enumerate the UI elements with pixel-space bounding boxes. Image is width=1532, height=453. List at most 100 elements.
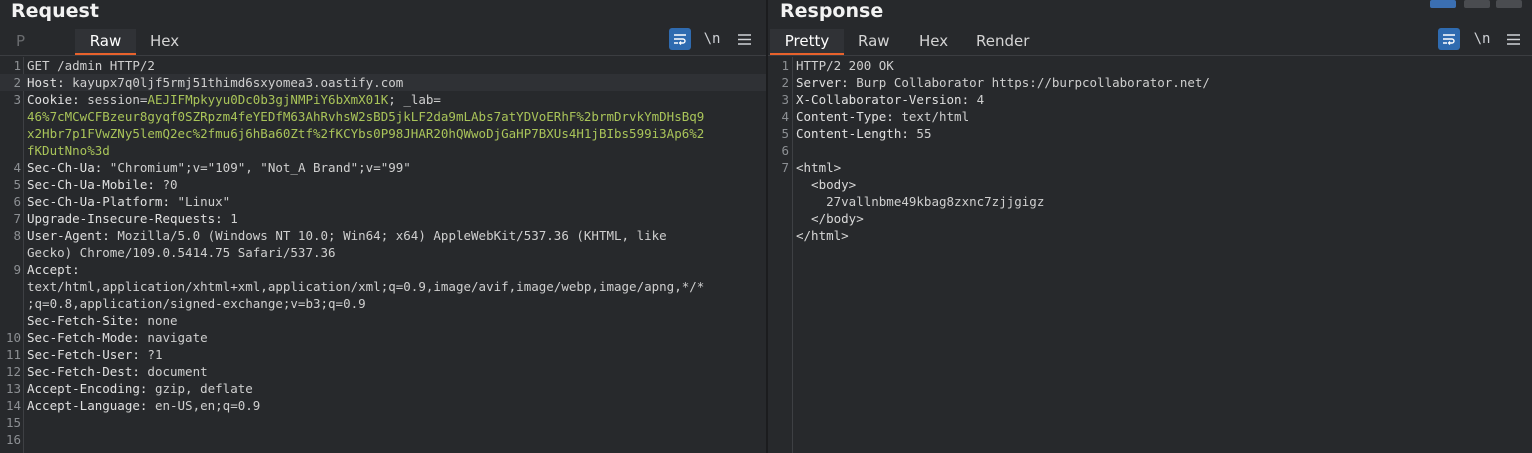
line-number: 16 bbox=[5, 432, 21, 447]
response-title: Response bbox=[780, 0, 884, 22]
line-number: 15 bbox=[5, 415, 21, 430]
code-line[interactable]: 6 bbox=[768, 142, 1532, 159]
code-line[interactable]: 5 Sec-Ch-Ua-Mobile: ?0 bbox=[0, 176, 766, 193]
code-line[interactable]: 8 User-Agent: Mozilla/5.0 (Windows NT 10.… bbox=[0, 227, 766, 244]
request-title: Request bbox=[11, 0, 99, 22]
code-text: Accept: bbox=[27, 261, 87, 278]
code-line[interactable]: 7 <html> bbox=[768, 159, 1532, 176]
code-text: Sec-Fetch-User: ?1 bbox=[27, 346, 162, 363]
code-text: Server: Burp Collaborator https://burpco… bbox=[796, 74, 1210, 91]
code-line[interactable]: 11 Sec-Fetch-User: ?1 bbox=[0, 346, 766, 363]
header-value: GET /admin HTTP/2 bbox=[27, 58, 155, 73]
line-number: 13 bbox=[5, 381, 21, 396]
layout-side-by-side-icon[interactable] bbox=[1430, 0, 1456, 8]
header-name: Sec-Fetch-User: bbox=[27, 347, 148, 362]
code-line[interactable]: 2 Host: kayupx7q0ljf5rmj51thimd6sxyomea3.… bbox=[0, 74, 766, 91]
code-line[interactable]: 16 bbox=[0, 431, 766, 448]
header-value: HTTP/2 200 OK bbox=[796, 58, 894, 73]
cookie-value: fKDutNno%3d bbox=[27, 143, 110, 158]
header-name: Sec-Ch-Ua-Platform: bbox=[27, 194, 178, 209]
header-value: document bbox=[147, 364, 208, 379]
code-line[interactable]: 1 HTTP/2 200 OK bbox=[768, 57, 1532, 74]
code-line[interactable]: 13 Accept-Encoding: gzip, deflate bbox=[0, 380, 766, 397]
response-pane: Response Pretty Raw Hex Render \n 1 HTTP/… bbox=[768, 0, 1532, 453]
code-line[interactable]: 12 Sec-Fetch-Dest: document bbox=[0, 363, 766, 380]
response-editor[interactable]: 1 HTTP/2 200 OK 2 Server: Burp Collaborator… bbox=[768, 57, 1532, 453]
code-line[interactable]: 10 Sec-Fetch-Mode: navigate bbox=[0, 329, 766, 346]
header-value: Mozilla/5.0 (Windows NT 10.0; Win64; x64… bbox=[117, 228, 667, 243]
code-line[interactable]: 6 Sec-Ch-Ua-Platform: "Linux" bbox=[0, 193, 766, 210]
code-line[interactable]: 27vallnbme49kbag8zxnc7zjjgigz bbox=[768, 193, 1532, 210]
code-line[interactable]: 4 Sec-Ch-Ua: "Chromium";v="109", "Not_A B… bbox=[0, 159, 766, 176]
word-wrap-icon[interactable] bbox=[1438, 28, 1460, 50]
code-line[interactable]: 3 Cookie: session=AEJIFMpkyyu0Dc0b3gjNMPi… bbox=[0, 91, 766, 108]
tab-render[interactable]: Render bbox=[976, 29, 1029, 55]
header-name: Sec-Ch-Ua-Mobile: bbox=[27, 177, 163, 192]
word-wrap-icon[interactable] bbox=[669, 28, 691, 50]
code-line[interactable]: <body> bbox=[768, 176, 1532, 193]
header-value: text/html,application/xhtml+xml,applicat… bbox=[27, 279, 705, 294]
header-value: 4 bbox=[976, 92, 985, 107]
code-line[interactable]: ;q=0.8,application/signed-exchange;v=b3;… bbox=[0, 295, 766, 312]
layout-tabs-icon[interactable] bbox=[1496, 0, 1522, 8]
code-line[interactable]: 9 Accept: bbox=[0, 261, 766, 278]
tab-raw[interactable]: Raw bbox=[75, 29, 136, 55]
header-value: navigate bbox=[147, 330, 208, 345]
code-line[interactable]: 14 Accept-Language: en-US,en;q=0.9 bbox=[0, 397, 766, 414]
show-newlines-button[interactable]: \n bbox=[701, 28, 723, 50]
code-line[interactable]: text/html,application/xhtml+xml,applicat… bbox=[0, 278, 766, 295]
hamburger-menu-icon[interactable] bbox=[733, 28, 755, 50]
line-number: 5 bbox=[781, 126, 789, 141]
code-line[interactable]: Sec-Fetch-Site: none bbox=[0, 312, 766, 329]
code-line[interactable]: x2Hbr7p1FVwZNy5lemQ2ec%2fmu6j6hBa60Ztf%2… bbox=[0, 125, 766, 142]
html-tag: </body> bbox=[796, 211, 864, 226]
hamburger-menu-icon[interactable] bbox=[1502, 28, 1524, 50]
line-number: 2 bbox=[781, 75, 789, 90]
code-text: Accept-Encoding: gzip, deflate bbox=[27, 380, 253, 397]
line-number: 11 bbox=[5, 347, 21, 362]
code-text: fKDutNno%3d bbox=[27, 142, 110, 159]
header-name: Sec-Fetch-Mode: bbox=[27, 330, 148, 345]
code-line[interactable]: fKDutNno%3d bbox=[0, 142, 766, 159]
line-number: 10 bbox=[5, 330, 21, 345]
header-value: ?0 bbox=[162, 177, 178, 192]
code-line[interactable]: 15 bbox=[0, 414, 766, 431]
header-name: Content-Type: bbox=[796, 109, 902, 124]
tab-pretty-collapsed[interactable]: P bbox=[16, 29, 25, 55]
code-line[interactable]: 5 Content-Length: 55 bbox=[768, 125, 1532, 142]
show-newlines-button[interactable]: \n bbox=[1471, 28, 1493, 50]
line-number: 6 bbox=[13, 194, 21, 209]
code-text: Content-Length: 55 bbox=[796, 125, 931, 142]
code-text: Sec-Fetch-Dest: document bbox=[27, 363, 208, 380]
code-line[interactable]: 46%7cMCwCFBzeur8gyqf0SZRpzm4feYEDfM63AhR… bbox=[0, 108, 766, 125]
code-line[interactable]: Gecko) Chrome/109.0.5414.75 Safari/537.3… bbox=[0, 244, 766, 261]
code-line[interactable]: </html> bbox=[768, 227, 1532, 244]
tab-pretty[interactable]: Pretty bbox=[770, 29, 844, 55]
code-text: GET /admin HTTP/2 bbox=[27, 57, 155, 74]
tab-hex[interactable]: Hex bbox=[150, 29, 179, 55]
tab-raw[interactable]: Raw bbox=[858, 29, 890, 55]
code-line[interactable]: </body> bbox=[768, 210, 1532, 227]
code-line[interactable]: 7 Upgrade-Insecure-Requests: 1 bbox=[0, 210, 766, 227]
header-name: Accept: bbox=[27, 262, 88, 277]
code-line[interactable]: 4 Content-Type: text/html bbox=[768, 108, 1532, 125]
code-text: x2Hbr7p1FVwZNy5lemQ2ec%2fmu6j6hBa60Ztf%2… bbox=[27, 125, 704, 142]
header-name: Accept-Encoding: bbox=[27, 381, 155, 396]
code-line[interactable]: 2 Server: Burp Collaborator https://burpc… bbox=[768, 74, 1532, 91]
code-text: <body> bbox=[796, 176, 856, 193]
header-value: Burp Collaborator https://burpcollaborat… bbox=[856, 75, 1210, 90]
code-text: Host: kayupx7q0ljf5rmj51thimd6sxyomea3.o… bbox=[27, 74, 403, 91]
line-number: 3 bbox=[781, 92, 789, 107]
layout-top-bottom-icon[interactable] bbox=[1464, 0, 1490, 8]
code-line[interactable]: 1 GET /admin HTTP/2 bbox=[0, 57, 766, 74]
request-pane: Request P Raw Hex \n 1 GET /admin HTTP/2 2… bbox=[0, 0, 766, 453]
code-text: HTTP/2 200 OK bbox=[796, 57, 894, 74]
code-line[interactable]: 3 X-Collaborator-Version: 4 bbox=[768, 91, 1532, 108]
code-text: Cookie: session=AEJIFMpkyyu0Dc0b3gjNMPiY… bbox=[27, 91, 441, 108]
html-tag: <html> bbox=[796, 160, 842, 175]
code-text: ;q=0.8,application/signed-exchange;v=b3;… bbox=[27, 295, 366, 312]
header-name: Sec-Fetch-Dest: bbox=[27, 364, 148, 379]
header-value: kayupx7q0ljf5rmj51thimd6sxyomea3.oastify… bbox=[72, 75, 404, 90]
tab-hex[interactable]: Hex bbox=[919, 29, 948, 55]
request-editor[interactable]: 1 GET /admin HTTP/2 2 Host: kayupx7q0ljf5rm… bbox=[0, 57, 766, 453]
